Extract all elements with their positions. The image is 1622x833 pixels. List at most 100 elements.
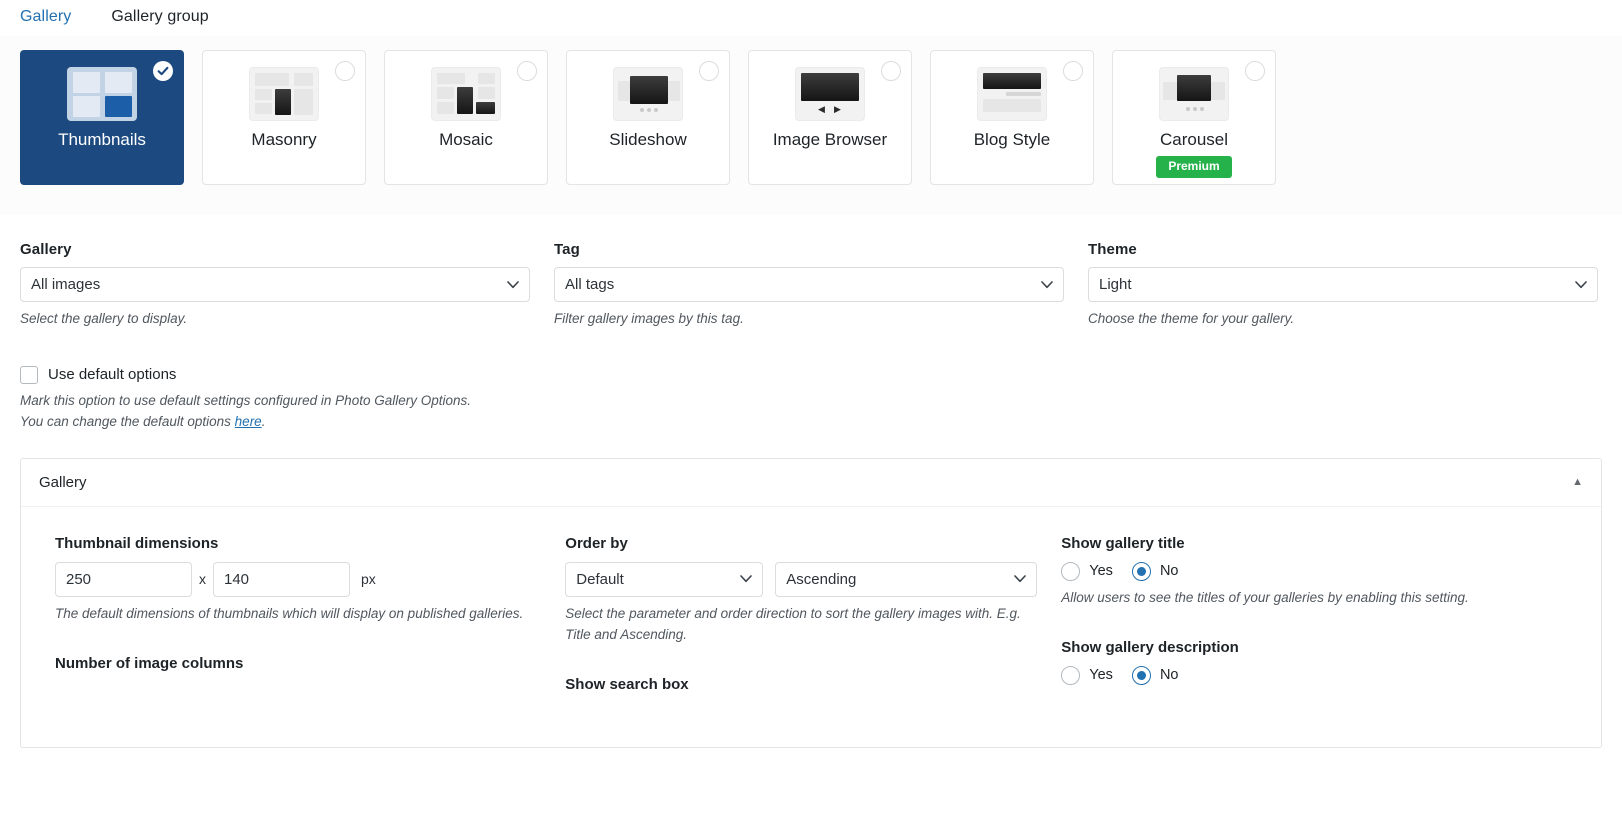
use-default-options-label: Use default options [48,366,177,384]
order-by-direction-select[interactable]: Ascending [775,561,1038,597]
check-circle-icon[interactable] [153,61,173,81]
show-search-box-label: Show search box [565,675,689,693]
theme-select[interactable]: Light [1088,267,1598,302]
gallery-type-label: Thumbnails [58,130,146,149]
tab-bar: Gallery Gallery group [0,0,1622,36]
premium-badge: Premium [1156,156,1232,178]
chevron-down-icon [507,280,519,288]
radio-circle-icon[interactable] [517,61,537,81]
thumbnail-dimensions-label: Thumbnail dimensions [55,534,219,552]
use-default-options-hint: Mark this option to use default settings… [20,391,1602,433]
tag-select[interactable]: All tags [554,267,1064,302]
slideshow-glyph-icon [613,67,683,121]
default-options-hint-line1: Mark this option to use default settings… [20,392,471,408]
image-browser-glyph-icon: ◀ ▶ [795,67,865,121]
thumbnail-height-input[interactable]: 140 [213,561,350,597]
gallery-type-label: Image Browser [772,130,888,149]
gallery-type-image-browser[interactable]: ◀ ▶ Image Browser [748,50,912,185]
tag-field-label: Tag [554,241,580,258]
thumbnails-glyph-icon [67,67,137,121]
gallery-panel-body: Thumbnail dimensions 250 x 140 px The de… [21,507,1601,693]
gallery-type-thumbnails[interactable]: Thumbnails [20,50,184,185]
gallery-select-value: All images [31,276,101,293]
primary-field-row: Gallery All images Select the gallery to… [20,241,1602,330]
chevron-down-icon [740,575,753,583]
default-options-hint-line2-after: . [261,413,266,429]
gallery-type-label: Masonry [251,130,317,149]
order-by-selects: Default Ascending [565,561,1038,597]
order-by-direction-value: Ascending [786,570,857,588]
gallery-type-label: Carousel [1159,130,1229,149]
show-gallery-title-group: Show gallery title Yes No Allow users to… [1061,535,1567,693]
gallery-type-label: Mosaic [439,130,493,149]
dimension-separator: x [199,571,206,588]
gallery-field-group: Gallery All images Select the gallery to… [20,241,530,330]
chevron-down-icon [1014,575,1027,583]
gallery-type-carousel[interactable]: Carousel Premium [1112,50,1276,185]
show-gallery-description-yes-label: Yes [1089,667,1113,684]
order-by-group: Order by Default Ascending Select the pa… [565,534,1038,693]
gallery-type-masonry[interactable]: Masonry [202,50,366,185]
theme-select-value: Light [1099,276,1132,293]
tab-gallery-group[interactable]: Gallery group [111,8,208,28]
theme-field-hint: Choose the theme for your gallery. [1088,311,1295,326]
gallery-settings-form: Gallery All images Select the gallery to… [0,215,1622,433]
radio-circle-icon[interactable] [699,61,719,81]
masonry-glyph-icon [249,67,319,121]
order-by-label: Order by [565,534,628,552]
gallery-select[interactable]: All images [20,267,530,302]
prev-arrow-icon: ◀ [818,104,825,114]
tag-select-value: All tags [565,276,615,293]
theme-field-group: Theme Light Choose the theme for your ga… [1088,241,1598,330]
gallery-options-panel: Gallery ▲ Thumbnail dimensions 250 x 140… [20,457,1602,748]
gallery-panel-title: Gallery [39,473,87,491]
collapse-caret-icon[interactable]: ▲ [1572,476,1583,488]
radio-circle-icon[interactable] [1245,61,1265,81]
show-gallery-title-radios: Yes No [1061,561,1567,581]
show-gallery-title-hint: Allow users to see the titles of your ga… [1061,589,1469,605]
gallery-type-selector: Thumbnails Masonry Mosaic Slideshow ◀ ▶ … [0,36,1622,215]
show-gallery-description-label: Show gallery description [1061,638,1239,656]
thumbnail-dimensions-hint: The default dimensions of thumbnails whi… [55,605,524,621]
show-gallery-title-yes-label: Yes [1089,563,1113,580]
chevron-down-icon [1041,280,1053,288]
radio-circle-icon[interactable] [1063,61,1083,81]
radio-circle-icon[interactable] [335,61,355,81]
theme-field-label: Theme [1088,241,1137,258]
tag-field-group: Tag All tags Filter gallery images by th… [554,241,1064,330]
dimension-unit-label: px [361,571,376,588]
chevron-down-icon [1575,280,1587,288]
thumbnail-dimensions-group: Thumbnail dimensions 250 x 140 px The de… [55,535,541,693]
gallery-type-label: Blog Style [973,130,1051,149]
order-by-hint: Select the parameter and order direction… [565,605,1021,642]
default-options-hint-line2-before: You can change the default options [20,413,235,429]
show-gallery-title-no-radio[interactable] [1131,561,1151,581]
default-options-here-link[interactable]: here [235,414,262,429]
use-default-options-row: Use default options [20,365,1602,384]
thumbnail-dimensions-inputs: 250 x 140 px [55,561,541,597]
tab-gallery[interactable]: Gallery [20,8,71,28]
show-gallery-description-no-radio[interactable] [1131,665,1151,685]
thumbnail-width-input[interactable]: 250 [55,561,192,597]
gallery-field-hint: Select the gallery to display. [20,311,188,326]
gallery-type-blog-style[interactable]: Blog Style [930,50,1094,185]
gallery-type-mosaic[interactable]: Mosaic [384,50,548,185]
show-gallery-title-yes-radio[interactable] [1061,561,1081,581]
show-gallery-description-no-label: No [1159,667,1179,684]
next-arrow-icon: ▶ [834,104,841,114]
mosaic-glyph-icon [431,67,501,121]
blog-style-glyph-icon [977,67,1047,121]
number-of-image-columns-label: Number of image columns [55,654,244,672]
show-gallery-description-radios: Yes No [1061,665,1567,685]
gallery-type-label: Slideshow [609,130,687,149]
radio-circle-icon[interactable] [881,61,901,81]
order-by-parameter-select[interactable]: Default [565,561,764,597]
show-gallery-description-yes-radio[interactable] [1061,665,1081,685]
gallery-panel-header[interactable]: Gallery ▲ [21,459,1601,507]
use-default-options-checkbox[interactable] [20,365,38,384]
order-by-parameter-value: Default [576,570,624,588]
show-gallery-title-label: Show gallery title [1061,534,1185,552]
carousel-glyph-icon [1159,67,1229,121]
gallery-field-label: Gallery [20,241,72,258]
gallery-type-slideshow[interactable]: Slideshow [566,50,730,185]
